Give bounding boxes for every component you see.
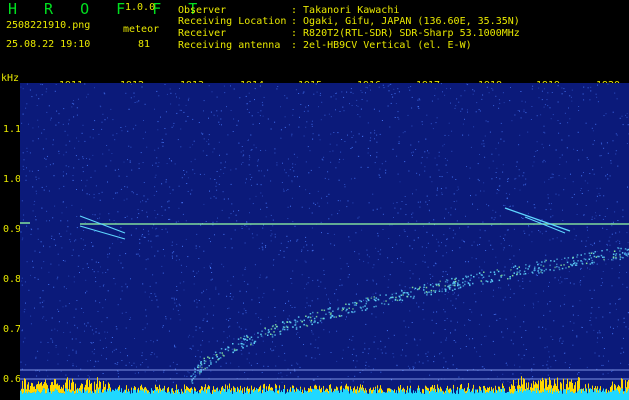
- y-tick-label: 0.8: [3, 274, 22, 285]
- y-tick-label: 1.0: [3, 174, 22, 185]
- y-tick-label: 0.6: [3, 374, 22, 385]
- spectrogram-plot: [20, 83, 629, 400]
- observer-label: Observer: [178, 5, 227, 16]
- y-tick-label: 0.9: [3, 224, 22, 235]
- capture-datetime: 25.08.22 19:10: [6, 39, 91, 50]
- receiver-value: : R820T2(RTL-SDR) SDR-Sharp 53.1000MHz: [291, 28, 520, 39]
- file-name: 2508221910.png: [6, 20, 91, 31]
- spectrogram-canvas: [20, 83, 629, 400]
- antenna-label: Receiving antenna: [178, 40, 281, 51]
- y-axis-unit: kHz: [1, 73, 20, 84]
- y-tick-label: 1.1: [3, 124, 22, 135]
- y-tick-label: 0.7: [3, 324, 22, 335]
- receiver-label: Receiver: [178, 28, 227, 39]
- event-count: 81: [138, 39, 151, 50]
- spectrogram-background: [20, 83, 629, 400]
- observer-value: : Takanori Kawachi: [291, 5, 400, 16]
- location-value: : Ogaki, Gifu, JAPAN (136.60E, 35.35N): [291, 16, 520, 27]
- header-panel: H R O F F T 1.0.0 2508221910.png meteor …: [0, 0, 629, 75]
- location-label: Receiving Location: [178, 16, 287, 27]
- app-logo: H R O F F T: [8, 0, 207, 18]
- antenna-value: : 2el-HB9CV Vertical (el. E-W): [291, 40, 472, 51]
- event-category: meteor: [123, 24, 160, 35]
- app-version: 1.0.0: [125, 2, 156, 13]
